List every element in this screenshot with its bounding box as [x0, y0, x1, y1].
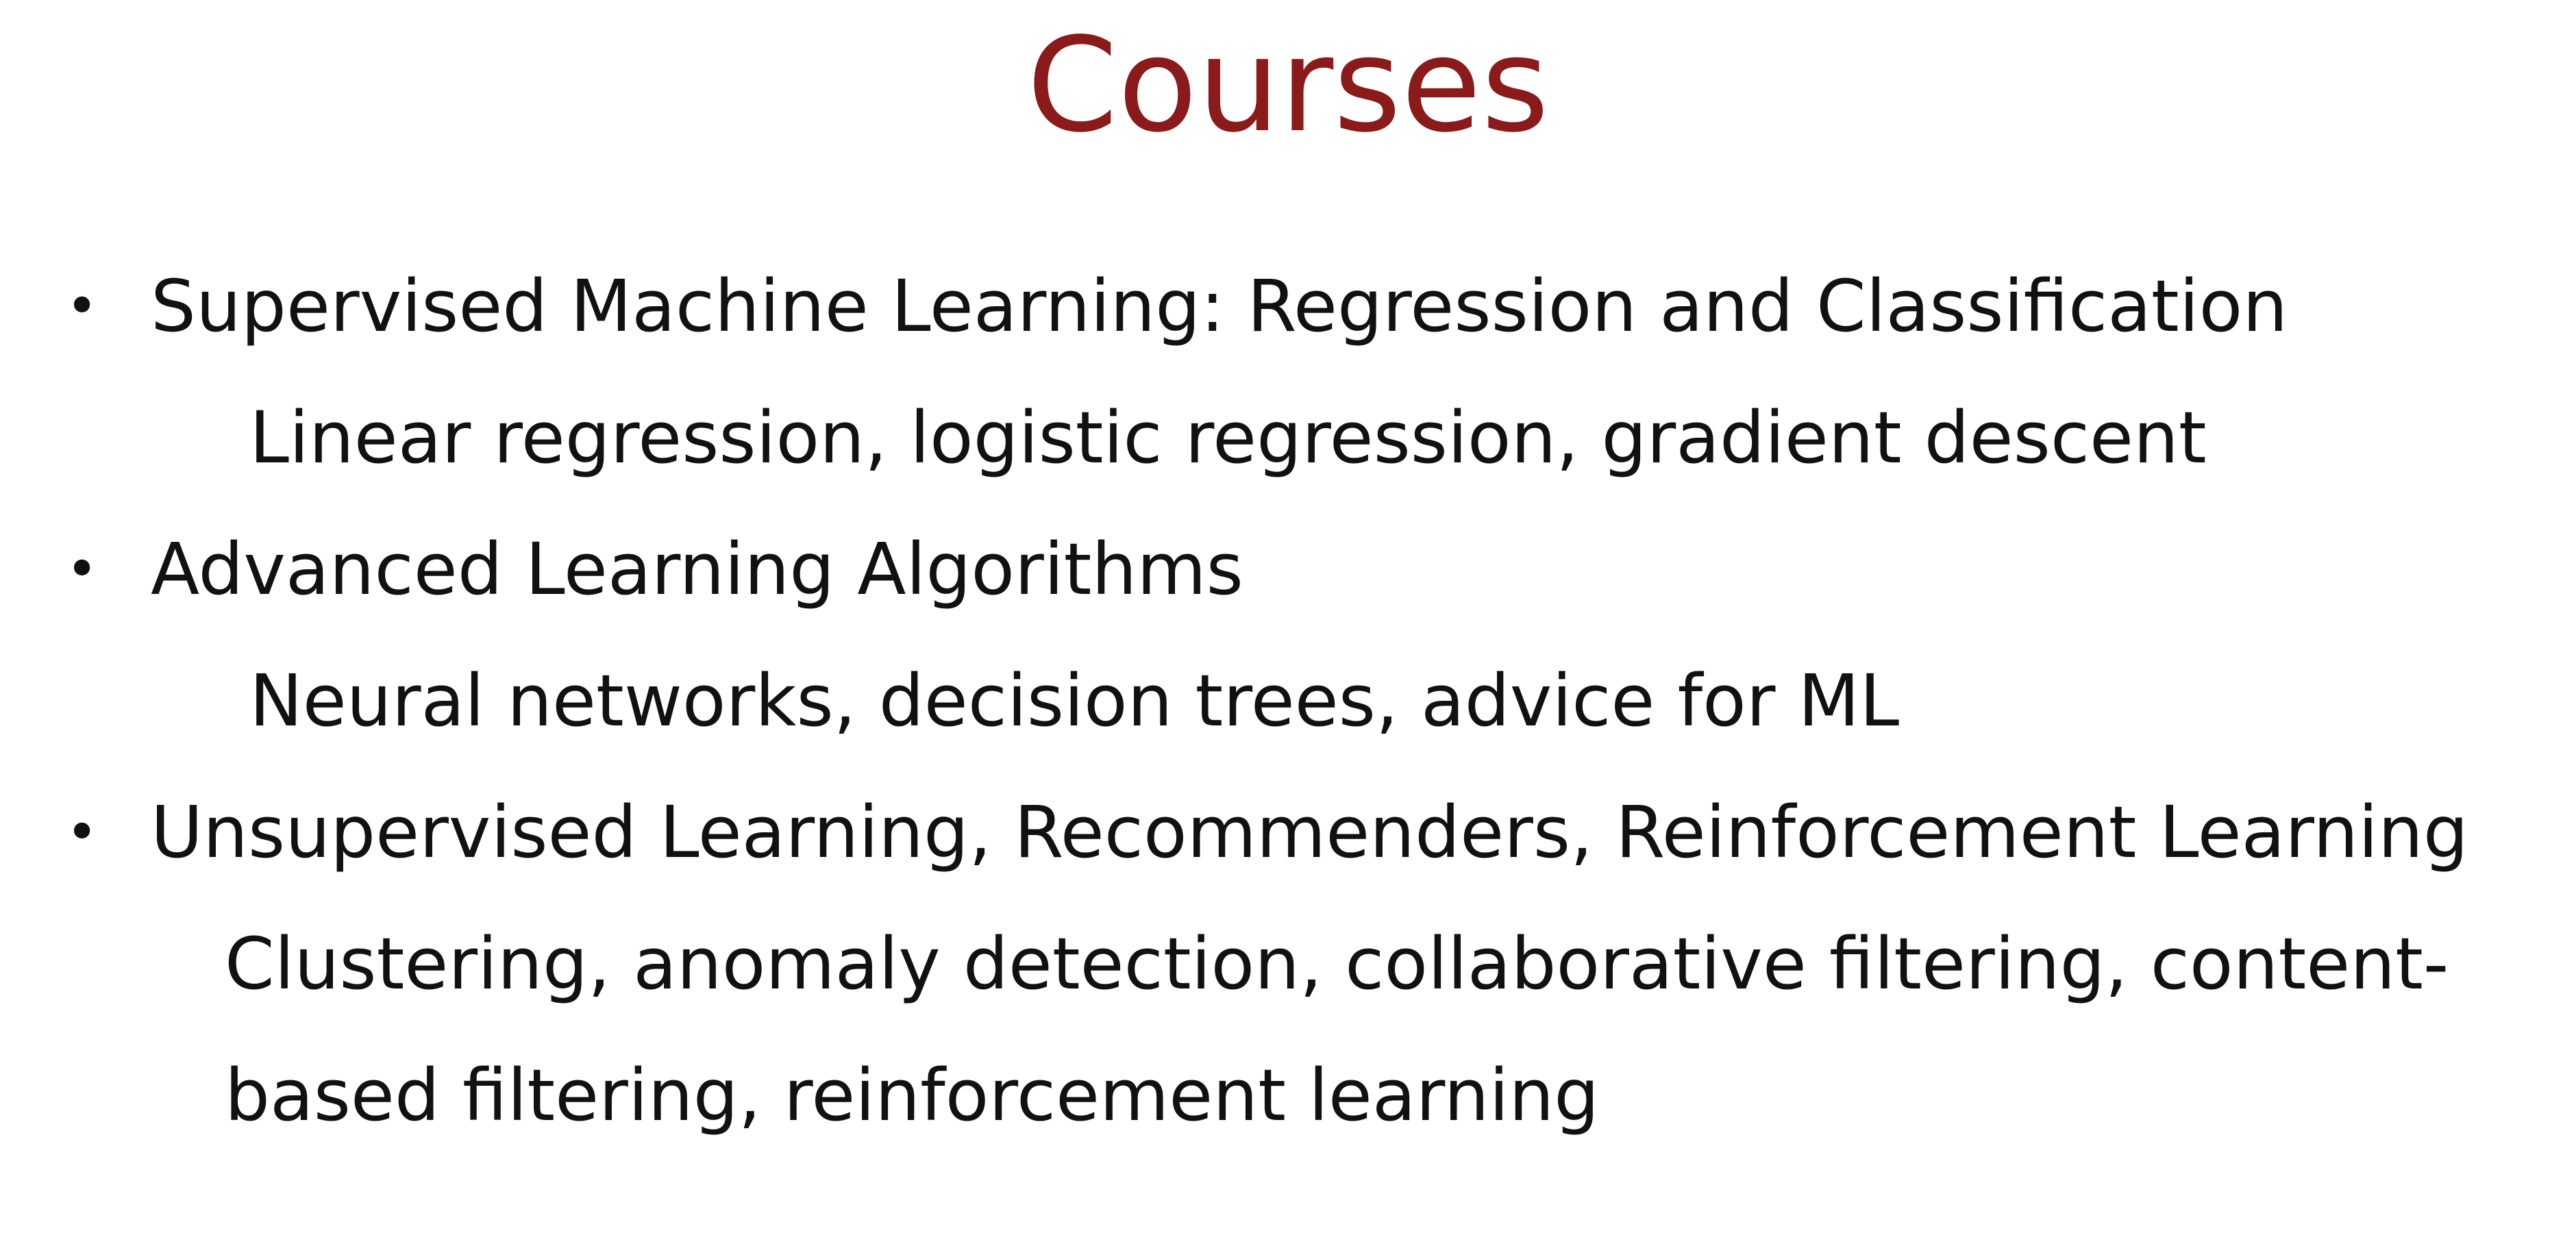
- bullet-icon: •: [66, 274, 99, 338]
- course-title-1: Supervised Machine Learning: Regression …: [151, 264, 2288, 348]
- course-topics-2: Neural networks, decision trees, advice …: [249, 659, 1900, 743]
- bullet-icon: •: [66, 800, 99, 864]
- course-title-3: Unsupervised Learning, Recommenders, Rei…: [151, 791, 2468, 874]
- course-topics-3-line-2: based filtering, reinforcement learning: [225, 1054, 1600, 1137]
- course-topics-3-line-1: Clustering, anomaly detection, collabora…: [225, 922, 2449, 1006]
- slide: Courses • Supervised Machine Learning: R…: [0, 0, 2576, 1244]
- bullet-icon: •: [66, 537, 99, 601]
- course-topics-1: Linear regression, logistic regression, …: [249, 396, 2207, 480]
- slide-title: Courses: [1026, 10, 1550, 161]
- course-title-2: Advanced Learning Algorithms: [151, 527, 1243, 611]
